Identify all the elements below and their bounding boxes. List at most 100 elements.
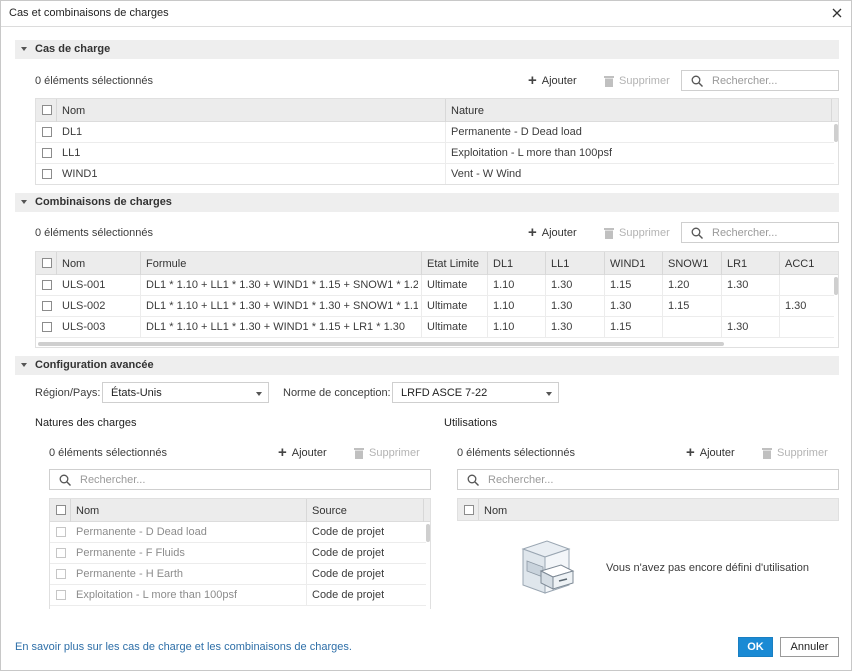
load-cases-dialog: Cas et combinaisons de charges Cas de ch…	[0, 0, 852, 671]
horizontal-scrollbar[interactable]	[38, 342, 724, 346]
load-case-search-input[interactable]: Rechercher...	[681, 70, 839, 91]
delete-nature-button[interactable]: Supprimer	[354, 445, 420, 461]
vertical-scrollbar[interactable]	[834, 124, 838, 142]
add-load-case-button[interactable]: + Ajouter	[528, 73, 577, 89]
section-load-cases[interactable]: Cas de charge	[15, 40, 839, 59]
factor-wind1: 1.15	[610, 279, 632, 291]
row-checkbox[interactable]	[56, 569, 66, 579]
column-header[interactable]: LL1	[551, 258, 569, 270]
collapse-arrow-icon	[21, 47, 27, 51]
load-case-nature: Permanente - D Dead load	[451, 126, 582, 138]
trash-icon	[762, 448, 772, 459]
select-all-checkbox[interactable]	[42, 258, 52, 268]
select-all-checkbox[interactable]	[464, 505, 474, 515]
add-label: Ajouter	[541, 75, 577, 87]
nature-source: Code de projet	[312, 568, 385, 580]
trash-icon	[604, 76, 614, 87]
vertical-scrollbar[interactable]	[426, 524, 430, 542]
column-header[interactable]: Source	[312, 505, 347, 517]
combination-search-input[interactable]: Rechercher...	[681, 222, 839, 243]
table-row[interactable]: Permanente - H Earth Code de projet	[50, 564, 426, 585]
file-cabinet-icon	[517, 537, 577, 597]
add-label: Ajouter	[291, 447, 327, 459]
column-header[interactable]: Nom	[484, 505, 507, 517]
dialog-title: Cas et combinaisons de charges	[9, 7, 169, 19]
table-row[interactable]: ULS-003 DL1 * 1.10 + LL1 * 1.30 + WIND1 …	[36, 317, 834, 338]
row-checkbox[interactable]	[42, 127, 52, 137]
column-header[interactable]: LR1	[727, 258, 747, 270]
combination-name: ULS-003	[62, 321, 106, 333]
ok-button[interactable]: OK	[738, 637, 773, 657]
load-case-nature: Exploitation - L more than 100psf	[451, 147, 613, 159]
search-placeholder: Rechercher...	[80, 474, 146, 486]
row-checkbox[interactable]	[42, 301, 52, 311]
column-header[interactable]: DL1	[493, 258, 513, 270]
table-row[interactable]: ULS-001 DL1 * 1.10 + LL1 * 1.30 + WIND1 …	[36, 275, 834, 296]
cancel-button[interactable]: Annuler	[780, 637, 839, 657]
row-checkbox[interactable]	[56, 527, 66, 537]
column-header[interactable]: ACC1	[785, 258, 814, 270]
usage-search-input[interactable]: Rechercher...	[457, 469, 839, 490]
delete-label: Supprimer	[619, 75, 670, 87]
column-header[interactable]: SNOW1	[668, 258, 708, 270]
search-placeholder: Rechercher...	[712, 227, 778, 239]
column-header[interactable]: Etat Limite	[427, 258, 479, 270]
delete-usage-button[interactable]: Supprimer	[762, 445, 828, 461]
row-checkbox[interactable]	[42, 148, 52, 158]
section-advanced-config[interactable]: Configuration avancée	[15, 356, 839, 375]
factor-dl1: 1.10	[493, 279, 515, 291]
add-combination-button[interactable]: + Ajouter	[528, 225, 577, 241]
column-header[interactable]: Nature	[451, 105, 484, 117]
selected-count: 0 éléments sélectionnés	[35, 75, 154, 87]
table-row[interactable]: DL1 Permanente - D Dead load	[36, 122, 834, 143]
table-header: Nom Nature	[36, 99, 838, 122]
factor-snow1: 1.20	[668, 279, 690, 291]
close-icon[interactable]	[829, 5, 845, 21]
table-row[interactable]: Exploitation - L more than 100psf Code d…	[50, 585, 426, 606]
factor-wind1: 1.30	[610, 300, 632, 312]
trash-icon	[354, 448, 364, 459]
delete-combination-button[interactable]: Supprimer	[604, 225, 670, 241]
section-label: Cas de charge	[35, 43, 111, 55]
table-row[interactable]: ULS-002 DL1 * 1.10 + LL1 * 1.30 + WIND1 …	[36, 296, 834, 317]
row-checkbox[interactable]	[42, 322, 52, 332]
column-header[interactable]: Nom	[62, 258, 85, 270]
row-checkbox[interactable]	[56, 548, 66, 558]
combination-formula: DL1 * 1.10 + LL1 * 1.30 + WIND1 * 1.15 +…	[146, 321, 405, 333]
column-header[interactable]: Nom	[76, 505, 99, 517]
combination-formula: DL1 * 1.10 + LL1 * 1.30 + WIND1 * 1.30 +…	[146, 300, 418, 312]
table-row[interactable]: Permanente - F Fluids Code de projet	[50, 543, 426, 564]
nature-search-input[interactable]: Rechercher...	[49, 469, 431, 490]
table-row[interactable]: WIND1 Vent - W Wind	[36, 164, 834, 184]
row-checkbox[interactable]	[56, 590, 66, 600]
help-link[interactable]: En savoir plus sur les cas de charge et …	[15, 641, 352, 653]
section-combinations[interactable]: Combinaisons de charges	[15, 193, 839, 212]
column-header[interactable]: Nom	[62, 105, 85, 117]
search-icon	[467, 474, 479, 486]
column-header[interactable]: Formule	[146, 258, 186, 270]
nature-source: Code de projet	[312, 526, 385, 538]
column-header[interactable]: WIND1	[610, 258, 645, 270]
row-checkbox[interactable]	[42, 169, 52, 179]
table-row[interactable]: Permanente - D Dead load Code de projet	[50, 522, 426, 543]
factor-ll1: 1.30	[551, 300, 573, 312]
norm-select[interactable]: LRFD ASCE 7-22	[392, 382, 559, 403]
selected-count: 0 éléments sélectionnés	[457, 447, 576, 459]
delete-load-case-button[interactable]: Supprimer	[604, 73, 670, 89]
row-checkbox[interactable]	[42, 280, 52, 290]
add-nature-button[interactable]: + Ajouter	[278, 445, 327, 461]
combination-name: ULS-001	[62, 279, 106, 291]
load-case-name: LL1	[62, 147, 81, 159]
limit-state: Ultimate	[427, 279, 468, 291]
add-usage-button[interactable]: + Ajouter	[686, 445, 735, 461]
trash-icon	[604, 228, 614, 239]
factor-ll1: 1.30	[551, 321, 573, 333]
select-all-checkbox[interactable]	[56, 505, 66, 515]
plus-icon: +	[528, 72, 537, 89]
table-row[interactable]: LL1 Exploitation - L more than 100psf	[36, 143, 834, 164]
vertical-scrollbar[interactable]	[834, 277, 838, 295]
table-header: Nom Source	[50, 499, 430, 522]
select-all-checkbox[interactable]	[42, 105, 52, 115]
region-select[interactable]: États-Unis	[102, 382, 269, 403]
title-bar: Cas et combinaisons de charges	[1, 1, 851, 27]
